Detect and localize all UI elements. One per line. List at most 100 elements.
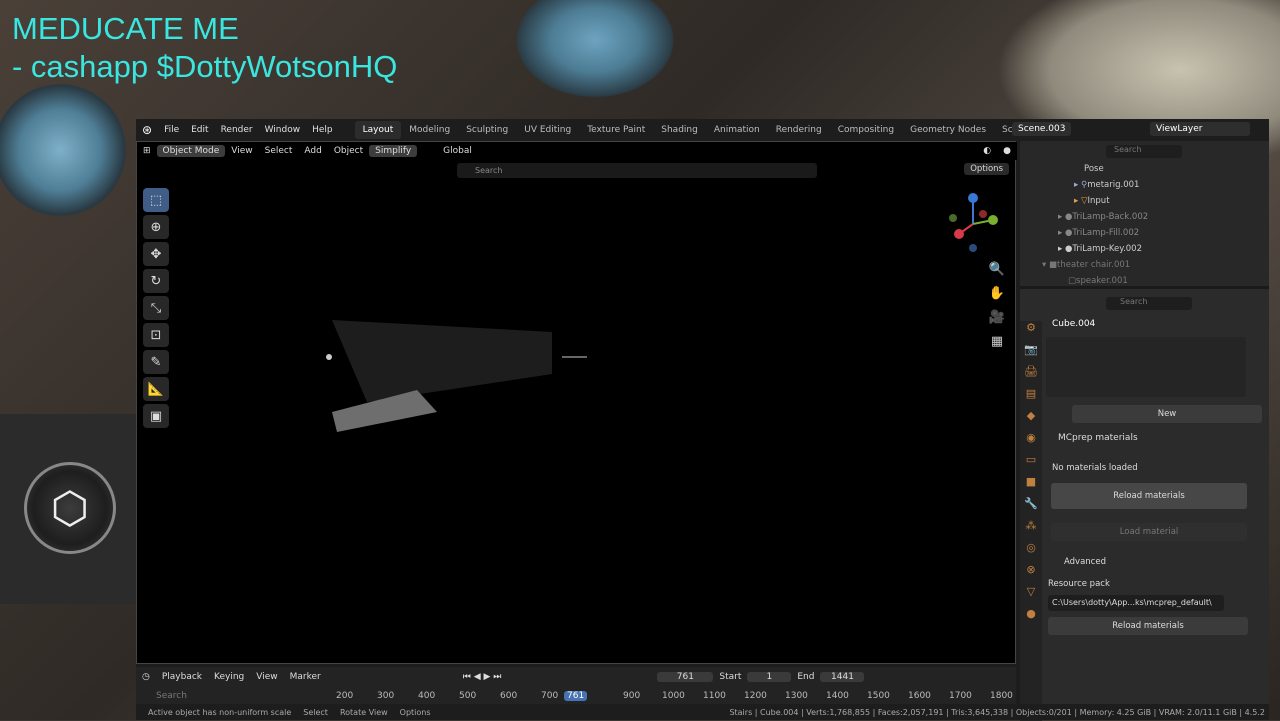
navigation-gizmo[interactable] xyxy=(943,192,1003,252)
menu-select[interactable]: Select xyxy=(259,146,299,156)
world-tab-icon[interactable]: ◉ xyxy=(1020,431,1042,453)
menu-edit[interactable]: Edit xyxy=(185,125,214,135)
tick: 300 xyxy=(377,691,395,701)
tab-uv-editing[interactable]: UV Editing xyxy=(516,125,579,135)
menu-file[interactable]: File xyxy=(158,125,185,135)
resource-path-field[interactable]: C:\Users\dotty\App...ks\mcprep_default\ xyxy=(1048,595,1224,611)
outliner-row[interactable]: ▸ ⚲ metarig.001 xyxy=(1074,177,1139,192)
physics-tab-icon[interactable]: ◎ xyxy=(1020,541,1042,563)
outliner-search[interactable]: Search xyxy=(1106,145,1182,158)
transform-icon[interactable]: ⊡ xyxy=(143,323,169,347)
outliner-row[interactable]: ▸ ● TriLamp-Fill.002 xyxy=(1058,225,1139,240)
scene-selector[interactable]: Scene.003 xyxy=(1012,122,1072,136)
menu-help[interactable]: Help xyxy=(306,125,339,135)
tab-sculpting[interactable]: Sculpting xyxy=(458,125,516,135)
outliner-row[interactable]: ▸ ● TriLamp-Key.002 xyxy=(1058,241,1142,256)
top-bar: ⊛ File Edit Render Window Help Layout Mo… xyxy=(136,119,1269,141)
rotate-icon[interactable]: ↻ xyxy=(143,269,169,293)
object-tab-icon[interactable]: ■ xyxy=(1020,475,1042,497)
end-field[interactable]: 1441 xyxy=(820,672,865,682)
tab-texture-paint[interactable]: Texture Paint xyxy=(579,125,653,135)
marker-menu[interactable]: Marker xyxy=(284,672,327,682)
new-material-button[interactable]: New xyxy=(1072,405,1262,423)
shading-solid-icon[interactable]: ◐ xyxy=(977,146,997,156)
grid-icon[interactable]: ▦ xyxy=(985,334,1009,358)
reload-materials-button[interactable]: Reload materials xyxy=(1051,483,1247,509)
outliner-row[interactable]: ▢ speaker.001 xyxy=(1068,273,1128,288)
tool-tab-icon[interactable]: ⚙ xyxy=(1020,321,1042,343)
pan-hand-icon[interactable]: ✋ xyxy=(985,286,1009,310)
collection-tab-icon[interactable]: ▭ xyxy=(1020,453,1042,475)
row-label: Pose xyxy=(1084,163,1104,174)
zoom-icon[interactable]: 🔍 xyxy=(985,262,1009,286)
camera-icon[interactable]: 🎥 xyxy=(985,310,1009,334)
menu-window[interactable]: Window xyxy=(259,125,307,135)
outliner-row[interactable]: ▸ ● TriLamp-Back.002 xyxy=(1058,209,1148,224)
scene-tab-icon[interactable]: ◆ xyxy=(1020,409,1042,431)
menu-add[interactable]: Add xyxy=(298,146,327,156)
orientation-dropdown[interactable]: Global xyxy=(437,146,478,156)
mcprep-panel-title[interactable]: MCprep materials xyxy=(1058,433,1138,443)
menu-object[interactable]: Object xyxy=(328,146,369,156)
properties-tabs: ⚙ 📷 🖨 ▤ ◆ ◉ ▭ ■ 🔧 ⁂ ◎ ⊗ ▽ ● xyxy=(1020,321,1042,721)
tab-rendering[interactable]: Rendering xyxy=(768,125,830,135)
frame-ruler[interactable]: Search 200 300 400 500 600 700 761 900 1… xyxy=(136,691,1016,705)
annotate-icon[interactable]: ✎ xyxy=(143,350,169,374)
modifier-tab-icon[interactable]: 🔧 xyxy=(1020,497,1042,519)
menu-render[interactable]: Render xyxy=(215,125,259,135)
timeline-editor-icon[interactable]: ◷ xyxy=(136,672,156,682)
start-field[interactable]: 1 xyxy=(747,672,792,682)
tick: 1300 xyxy=(785,691,808,701)
tab-shading[interactable]: Shading xyxy=(653,125,706,135)
material-tab-icon[interactable]: ● xyxy=(1020,607,1042,629)
tick: 1400 xyxy=(826,691,849,701)
tab-compositing[interactable]: Compositing xyxy=(830,125,902,135)
scale-icon[interactable]: ⤡ xyxy=(143,296,169,320)
load-material-button[interactable]: Load material xyxy=(1051,523,1247,541)
overlay-line-1: MEDUCATE ME xyxy=(12,11,239,46)
reload-materials-button-2[interactable]: Reload materials xyxy=(1048,617,1248,635)
tab-layout[interactable]: Layout xyxy=(354,121,402,139)
view-layer-tab-icon[interactable]: ▤ xyxy=(1020,387,1042,409)
current-frame-field[interactable]: 761 xyxy=(657,672,714,682)
keying-menu[interactable]: Keying xyxy=(208,672,250,682)
row-label: TriLamp-Back.002 xyxy=(1072,211,1149,222)
playhead[interactable]: 761 xyxy=(564,691,588,701)
outliner-row[interactable]: ▸ ▽ Input xyxy=(1074,193,1110,208)
editor-type-icon[interactable]: ⊞ xyxy=(137,146,157,156)
mode-dropdown[interactable]: Object Mode xyxy=(156,145,226,157)
simplify-button[interactable]: Simplify xyxy=(369,145,418,157)
menu-view[interactable]: View xyxy=(225,146,258,156)
move-icon[interactable]: ✥ xyxy=(143,242,169,266)
tick: 1700 xyxy=(949,691,972,701)
timeline-search[interactable]: Search xyxy=(156,691,187,701)
output-tab-icon[interactable]: 🖨 xyxy=(1020,365,1042,387)
blender-logo-icon[interactable]: ⊛ xyxy=(136,123,158,137)
add-cube-icon[interactable]: ▣ xyxy=(143,404,169,428)
data-tab-icon[interactable]: ▽ xyxy=(1020,585,1042,607)
tab-animation[interactable]: Animation xyxy=(706,125,768,135)
measure-icon[interactable]: 📐 xyxy=(143,377,169,401)
material-slots-list[interactable] xyxy=(1046,337,1246,397)
shading-rendered-icon[interactable]: ● xyxy=(997,146,1017,156)
3d-viewport[interactable]: ⊞ Object Mode View Select Add Object Sim… xyxy=(136,141,1017,664)
tab-modeling[interactable]: Modeling xyxy=(401,125,458,135)
select-box-icon[interactable]: ⬚ xyxy=(143,188,169,212)
row-label: speaker.001 xyxy=(1076,275,1128,286)
playback-menu[interactable]: Playback xyxy=(156,672,208,682)
view-menu[interactable]: View xyxy=(250,672,283,682)
options-button[interactable]: Options xyxy=(964,163,1009,175)
tab-geometry-nodes[interactable]: Geometry Nodes xyxy=(902,125,994,135)
viewport-search[interactable]: Search xyxy=(457,163,817,178)
outliner-row[interactable]: Pose xyxy=(1084,161,1104,176)
render-tab-icon[interactable]: 📷 xyxy=(1020,343,1042,365)
view-layer-selector[interactable]: ViewLayer xyxy=(1150,122,1250,136)
play-controls-icon[interactable]: ⏮ ◀ ▶ ⏭ xyxy=(457,672,508,682)
tick: 700 xyxy=(541,691,559,701)
particles-tab-icon[interactable]: ⁂ xyxy=(1020,519,1042,541)
outliner-row[interactable]: ▾ ■ theater chair.001 xyxy=(1042,257,1130,272)
resource-pack-label: Resource pack xyxy=(1048,579,1110,589)
cursor-icon[interactable]: ⊕ xyxy=(143,215,169,239)
constraints-tab-icon[interactable]: ⊗ xyxy=(1020,563,1042,585)
advanced-toggle[interactable]: Advanced xyxy=(1064,557,1106,567)
